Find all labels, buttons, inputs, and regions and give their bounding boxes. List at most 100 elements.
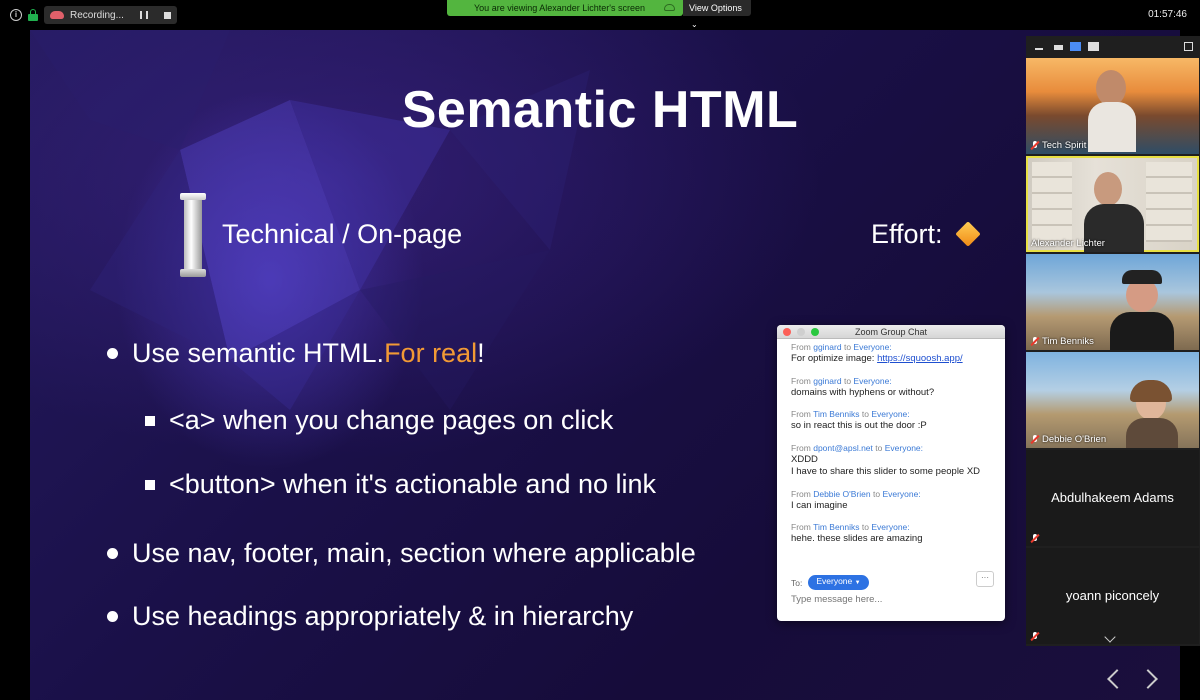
more-options-button[interactable]: ··· <box>976 571 994 587</box>
share-banner-text: You are viewing Alexander Lichter's scre… <box>474 3 645 13</box>
bullet-square <box>145 479 155 490</box>
message-link[interactable]: https://squoosh.app/ <box>877 353 963 364</box>
to-label: To: <box>791 577 803 588</box>
chevron-down-icon: ⌄ <box>691 20 698 29</box>
participant-name-tag: Debbie O'Brien <box>1031 434 1106 445</box>
participant-tile-active-speaker[interactable]: Alexander Lichter <box>1026 156 1199 252</box>
meeting-info-icon[interactable]: i <box>10 9 22 21</box>
chat-message: From Tim Benniks to Everyone: so in reac… <box>791 408 996 433</box>
message-sender[interactable]: Debbie O'Brien <box>813 489 870 499</box>
bullet-accent-text: For real <box>384 338 478 368</box>
bullet-square <box>145 415 155 426</box>
to-word: to <box>861 522 869 532</box>
recipient-select-value: Everyone <box>816 576 853 586</box>
message-recipient: Everyone: <box>871 522 910 532</box>
message-text: domains with hyphens or without? <box>791 386 935 398</box>
meeting-clock: 01:57:46 <box>1148 9 1187 20</box>
message-text: For optimize image: <box>791 353 878 364</box>
bullet-text: Use headings appropriately & in hierarch… <box>132 601 634 631</box>
participant-tile[interactable]: Tim Benniks <box>1026 254 1199 350</box>
bullet-suffix: ! <box>477 338 485 368</box>
chat-message-input[interactable] <box>791 594 991 605</box>
effort-label: Effort: <box>871 219 943 249</box>
participant-name: Debbie O'Brien <box>1042 434 1107 445</box>
participant-name: yoann piconcely <box>1065 588 1160 603</box>
bullet-item: Use headings appropriately & in hierarch… <box>107 601 633 632</box>
participant-name-tag: Tech Spirit <box>1031 140 1086 151</box>
mic-muted-icon <box>1031 141 1039 150</box>
from-word: From <box>791 442 811 453</box>
group-chat-window: Zoom Group Chat From gginard to Everyone… <box>777 325 1005 621</box>
bullet-item: Use nav, footer, main, section where app… <box>107 538 696 569</box>
mic-muted-icon <box>1031 337 1039 346</box>
slide-title: Semantic HTML <box>401 81 799 139</box>
message-text: I can imagine <box>791 499 848 511</box>
pause-recording-button[interactable] <box>139 11 148 19</box>
fullscreen-icon[interactable] <box>1184 42 1193 51</box>
stop-recording-button[interactable] <box>163 11 171 19</box>
top-bar: i Recording... You are viewing Alexander… <box>0 0 1200 30</box>
to-word: to <box>843 375 852 386</box>
recipient-row: To: Everyone ▼ <box>791 575 869 590</box>
close-window-button[interactable] <box>783 328 791 336</box>
from-word: From <box>791 522 811 532</box>
from-word: From <box>791 488 811 499</box>
chat-message: From gginard to Everyone: domains with h… <box>791 375 996 400</box>
recording-indicator: Recording... <box>44 6 177 24</box>
message-sender[interactable]: gginard <box>813 376 841 386</box>
bullet-text: <button> when it's actionable and no lin… <box>169 469 657 499</box>
gallery-view-icon[interactable] <box>1070 42 1081 51</box>
to-word: to <box>843 342 852 352</box>
to-word: to <box>875 442 883 453</box>
bullet-text: Use nav, footer, main, section where app… <box>132 538 696 568</box>
mic-muted-icon <box>1031 534 1039 543</box>
caret-down-icon: ▼ <box>854 580 861 586</box>
sub-bullet-item: <a> when you change pages on click <box>145 405 613 436</box>
message-sender[interactable]: dpont@apsl.net <box>813 443 873 453</box>
participant-tile-no-video[interactable]: yoann piconcely <box>1026 548 1199 644</box>
recording-label: Recording... <box>70 9 124 21</box>
message-recipient: Everyone: <box>884 442 924 453</box>
bullet-text: Use semantic HTML. <box>132 338 385 368</box>
to-word: to <box>861 409 869 419</box>
participant-name: Tim Benniks <box>1042 336 1094 347</box>
chat-message: From Debbie O'Brien to Everyone: I can i… <box>791 488 996 513</box>
encryption-lock-icon[interactable] <box>28 9 38 21</box>
participant-tile-no-video[interactable]: Abdulhakeem Adams <box>1026 450 1199 546</box>
sub-bullet-item: <button> when it's actionable and no lin… <box>145 469 656 500</box>
panel-header <box>1026 36 1200 58</box>
message-text: XDDD <box>791 453 818 465</box>
view-options-button[interactable]: View Options ⌄ <box>683 0 751 29</box>
mic-muted-icon <box>1031 435 1039 444</box>
recipient-select[interactable]: Everyone ▼ <box>808 575 869 590</box>
message-text: I have to share this slider to some peop… <box>791 466 981 477</box>
from-word: From <box>791 375 811 386</box>
speaker-view-icon[interactable] <box>1088 42 1099 51</box>
cloud-recording-icon <box>50 11 64 19</box>
view-options-label: View Options <box>689 3 742 13</box>
participant-name: Tech Spirit <box>1042 140 1087 151</box>
zoom-window-button[interactable] <box>811 328 819 336</box>
cloud-icon <box>664 4 675 11</box>
minimize-icon[interactable] <box>1035 48 1043 50</box>
participant-tile[interactable]: Debbie O'Brien <box>1026 352 1199 448</box>
participant-name-tag <box>1031 632 1039 641</box>
participant-name: Alexander Lichter <box>1031 238 1105 249</box>
to-word: to <box>872 488 881 499</box>
minimize-window-button[interactable] <box>797 328 805 336</box>
message-sender[interactable]: Tim Benniks <box>813 522 859 532</box>
chat-title: Zoom Group Chat <box>854 327 928 337</box>
participants-video-panel: Tech Spirit Alexander Lichter Tim Bennik… <box>1026 36 1200 646</box>
hide-video-icon[interactable] <box>1054 45 1063 50</box>
mic-muted-icon <box>1031 632 1039 641</box>
message-sender[interactable]: gginard <box>813 342 841 352</box>
meeting-status-group: i Recording... <box>10 6 177 24</box>
message-sender[interactable]: Tim Benniks <box>813 409 859 419</box>
chat-title-bar[interactable]: Zoom Group Chat <box>777 325 1005 339</box>
participant-name: Abdulhakeem Adams <box>1051 490 1174 505</box>
chat-messages: From gginard to Everyone: For optimize i… <box>791 341 996 555</box>
message-recipient: Everyone: <box>853 342 892 352</box>
participant-name-tag <box>1031 534 1039 543</box>
bullet-dot <box>107 611 118 622</box>
participant-tile[interactable]: Tech Spirit <box>1026 58 1199 154</box>
